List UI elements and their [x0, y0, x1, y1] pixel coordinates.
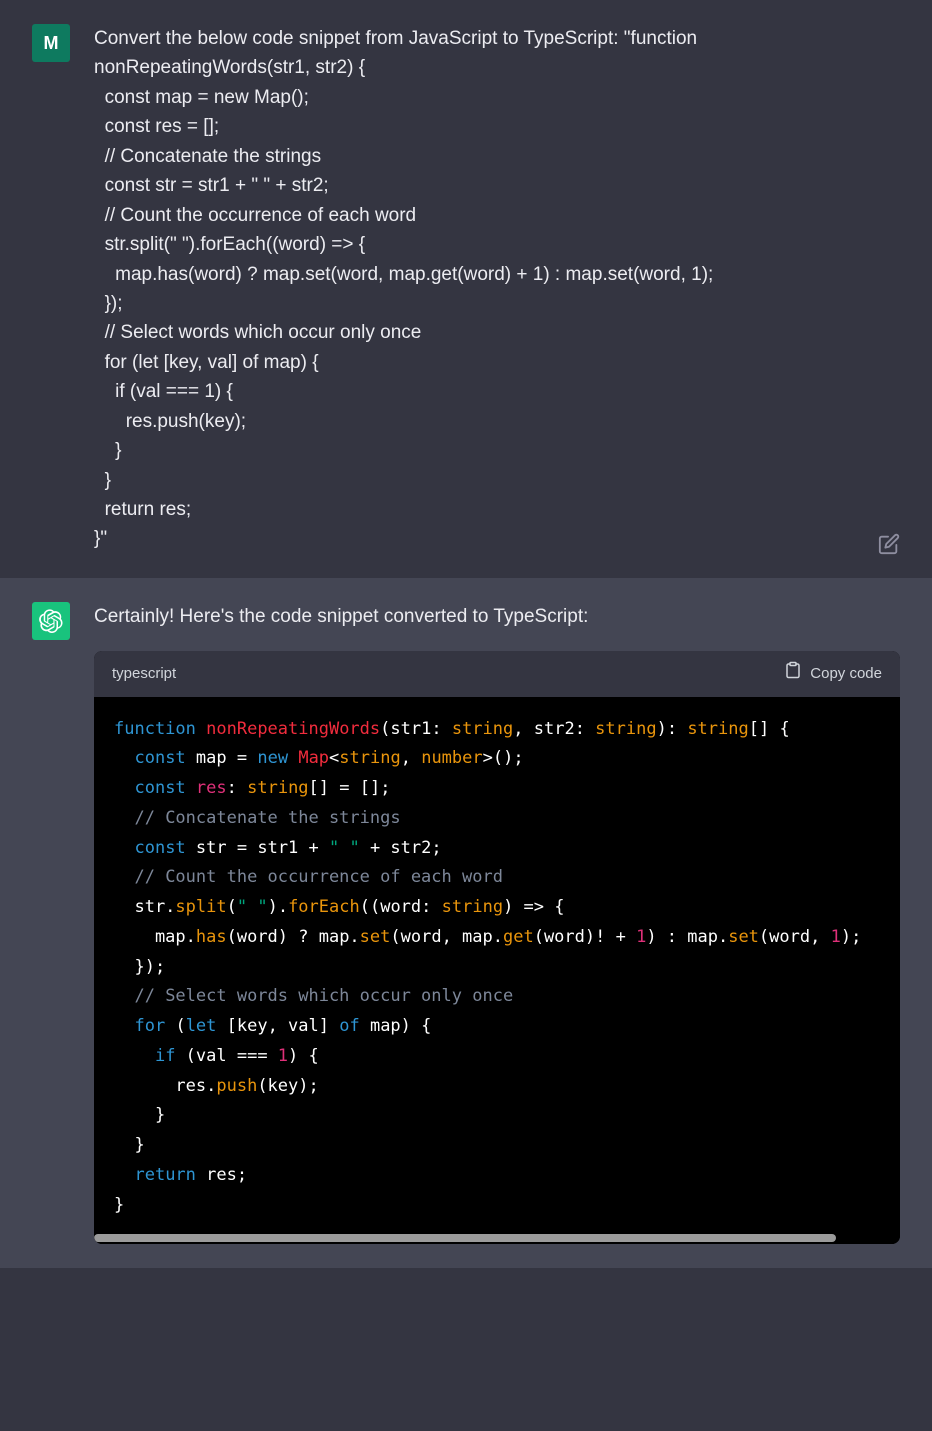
user-message-content: Convert the below code snippet from Java… [94, 24, 900, 554]
assistant-message-content: Certainly! Here's the code snippet conve… [94, 602, 900, 1244]
clipboard-icon [784, 661, 802, 686]
assistant-message: Certainly! Here's the code snippet conve… [0, 578, 932, 1268]
code-body[interactable]: function nonRepeatingWords(str1: string,… [94, 697, 900, 1233]
code-content: function nonRepeatingWords(str1: string,… [114, 715, 880, 1221]
horizontal-scrollbar[interactable] [94, 1232, 900, 1244]
user-message-text: Convert the below code snippet from Java… [94, 24, 900, 554]
assistant-intro-text: Certainly! Here's the code snippet conve… [94, 602, 900, 631]
user-message: M Convert the below code snippet from Ja… [0, 0, 932, 578]
assistant-avatar [32, 602, 70, 640]
copy-code-label: Copy code [810, 662, 882, 685]
code-language-label: typescript [112, 662, 176, 685]
code-header: typescript Copy code [94, 651, 900, 696]
code-block: typescript Copy code function nonRepeati… [94, 651, 900, 1244]
scrollbar-thumb[interactable] [94, 1234, 836, 1242]
user-avatar: M [32, 24, 70, 62]
user-avatar-initial: M [44, 33, 59, 54]
copy-code-button[interactable]: Copy code [784, 661, 882, 686]
edit-icon[interactable] [878, 533, 900, 560]
